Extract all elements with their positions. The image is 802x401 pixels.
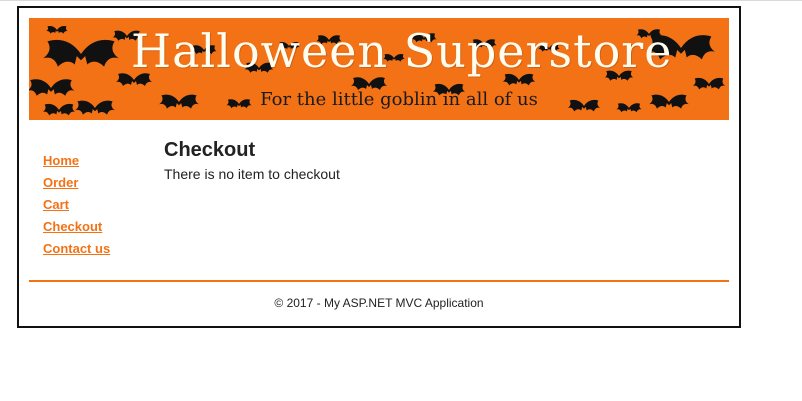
bat-icon [43,39,119,67]
bat-icon [616,103,642,113]
bat-icon [46,25,68,34]
browser-top-edge [0,0,802,1]
main-content: Checkout There is no item to checkout [164,137,704,183]
bat-icon [692,77,726,90]
nav-link-contact-us[interactable]: Contact us [43,238,153,260]
nav-link-home[interactable]: Home [43,150,153,172]
site-tagline: For the little goblin in all of us [260,89,538,110]
footer-divider [29,280,729,282]
bat-icon [649,94,689,109]
empty-cart-message: There is no item to checkout [164,166,340,182]
bat-icon [159,94,199,109]
page-heading: Checkout [164,139,256,161]
nav-link-cart[interactable]: Cart [43,194,153,216]
main-nav: Home Order Cart Checkout Contact us [43,150,153,260]
page-container: Halloween Superstore For the little gobl… [17,6,741,328]
bat-icon [42,103,76,116]
site-banner: Halloween Superstore For the little gobl… [29,18,729,120]
nav-link-order[interactable]: Order [43,172,153,194]
bat-icon [75,100,115,115]
bat-icon [29,79,75,96]
site-footer: © 2017 - My ASP.NET MVC Application [274,296,484,310]
site-title: Halloween Superstore [131,24,673,78]
nav-link-checkout[interactable]: Checkout [43,216,153,238]
